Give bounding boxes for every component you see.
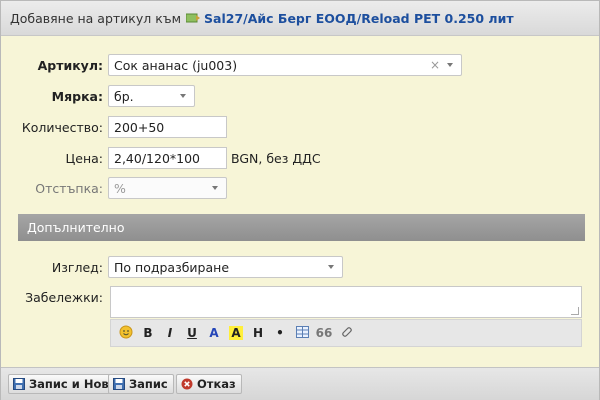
save-icon bbox=[13, 378, 25, 390]
save-label: Запис bbox=[129, 377, 168, 391]
notes-textarea[interactable] bbox=[110, 286, 582, 318]
discount-select[interactable]: % bbox=[108, 177, 227, 199]
quantity-label: Количество: bbox=[21, 119, 103, 135]
section-title: Допълнително bbox=[27, 220, 125, 235]
dialog-title: Добавяне на артикул към bbox=[10, 10, 182, 26]
price-currency-note: BGN, без ДДС bbox=[231, 150, 321, 166]
quote-button[interactable]: 66 bbox=[313, 326, 335, 340]
measure-select[interactable]: бр. bbox=[108, 85, 195, 107]
notes-row: Забележки: bbox=[1, 290, 108, 305]
cancel-button[interactable]: Отказ bbox=[176, 374, 242, 394]
view-label: Изглед: bbox=[51, 259, 103, 275]
price-label: Цена: bbox=[65, 150, 103, 166]
document-icon bbox=[185, 12, 201, 24]
view-select[interactable]: По подразбиране bbox=[108, 256, 343, 278]
clear-icon[interactable]: × bbox=[430, 58, 440, 72]
resize-handle-icon[interactable] bbox=[571, 307, 579, 315]
dialog-footer: Запис и Нов Запис Отказ bbox=[1, 367, 599, 400]
dialog-titlebar: Добавяне на артикул към Sal27/Айс Берг Е… bbox=[1, 1, 599, 36]
cancel-icon bbox=[181, 378, 193, 390]
price-row: Цена: 2,40/120*100 BGN, без ДДС bbox=[1, 147, 321, 169]
measure-label: Мярка: bbox=[51, 88, 103, 104]
article-label: Артикул: bbox=[37, 57, 103, 73]
article-value: Сок ананас (ju003) bbox=[114, 57, 238, 73]
price-input[interactable]: 2,40/120*100 bbox=[108, 147, 227, 169]
text-color-button[interactable]: A bbox=[203, 326, 225, 340]
measure-value: бр. bbox=[114, 88, 134, 104]
notes-toolbar: B I U A A H • 66 bbox=[110, 319, 582, 347]
heading-button[interactable]: H bbox=[247, 326, 269, 340]
discount-row: Отстъпка: % bbox=[1, 177, 227, 199]
cancel-label: Отказ bbox=[197, 377, 236, 391]
save-button[interactable]: Запис bbox=[108, 374, 174, 394]
bullet-list-button[interactable]: • bbox=[269, 326, 291, 340]
underline-button[interactable]: U bbox=[181, 326, 203, 340]
table-icon[interactable] bbox=[291, 325, 313, 341]
view-row: Изглед: По подразбиране bbox=[1, 256, 343, 278]
save-icon bbox=[113, 378, 125, 390]
discount-label: Отстъпка: bbox=[35, 180, 103, 196]
article-row: Артикул: Сок ананас (ju003) × bbox=[1, 54, 462, 76]
chevron-down-icon bbox=[447, 63, 453, 67]
quantity-row: Количество: 200+50 bbox=[1, 116, 227, 138]
bold-button[interactable]: B bbox=[137, 326, 159, 340]
add-article-dialog: Добавяне на артикул към Sal27/Айс Берг Е… bbox=[0, 0, 600, 400]
chevron-down-icon bbox=[328, 265, 334, 269]
view-value: По подразбиране bbox=[114, 259, 230, 275]
italic-button[interactable]: I bbox=[159, 326, 181, 340]
save-and-new-button[interactable]: Запис и Нов bbox=[8, 374, 115, 394]
save-and-new-label: Запис и Нов bbox=[29, 377, 109, 391]
discount-value: % bbox=[114, 180, 126, 196]
notes-label: Забележки: bbox=[25, 290, 103, 305]
quantity-input[interactable]: 200+50 bbox=[108, 116, 227, 138]
chevron-down-icon bbox=[212, 186, 218, 190]
measure-row: Мярка: бр. bbox=[1, 85, 195, 107]
price-value: 2,40/120*100 bbox=[114, 150, 201, 166]
chevron-down-icon bbox=[180, 94, 186, 98]
highlight-button[interactable]: A bbox=[229, 326, 243, 340]
article-select[interactable]: Сок ананас (ju003) × bbox=[108, 54, 462, 76]
quantity-value: 200+50 bbox=[114, 119, 165, 135]
smiley-icon[interactable] bbox=[115, 325, 137, 342]
attachment-icon[interactable] bbox=[335, 325, 357, 341]
document-link[interactable]: Sal27/Айс Берг ЕООД/Reload PET 0.250 лит bbox=[204, 11, 514, 26]
section-header-additional: Допълнително bbox=[18, 214, 585, 241]
